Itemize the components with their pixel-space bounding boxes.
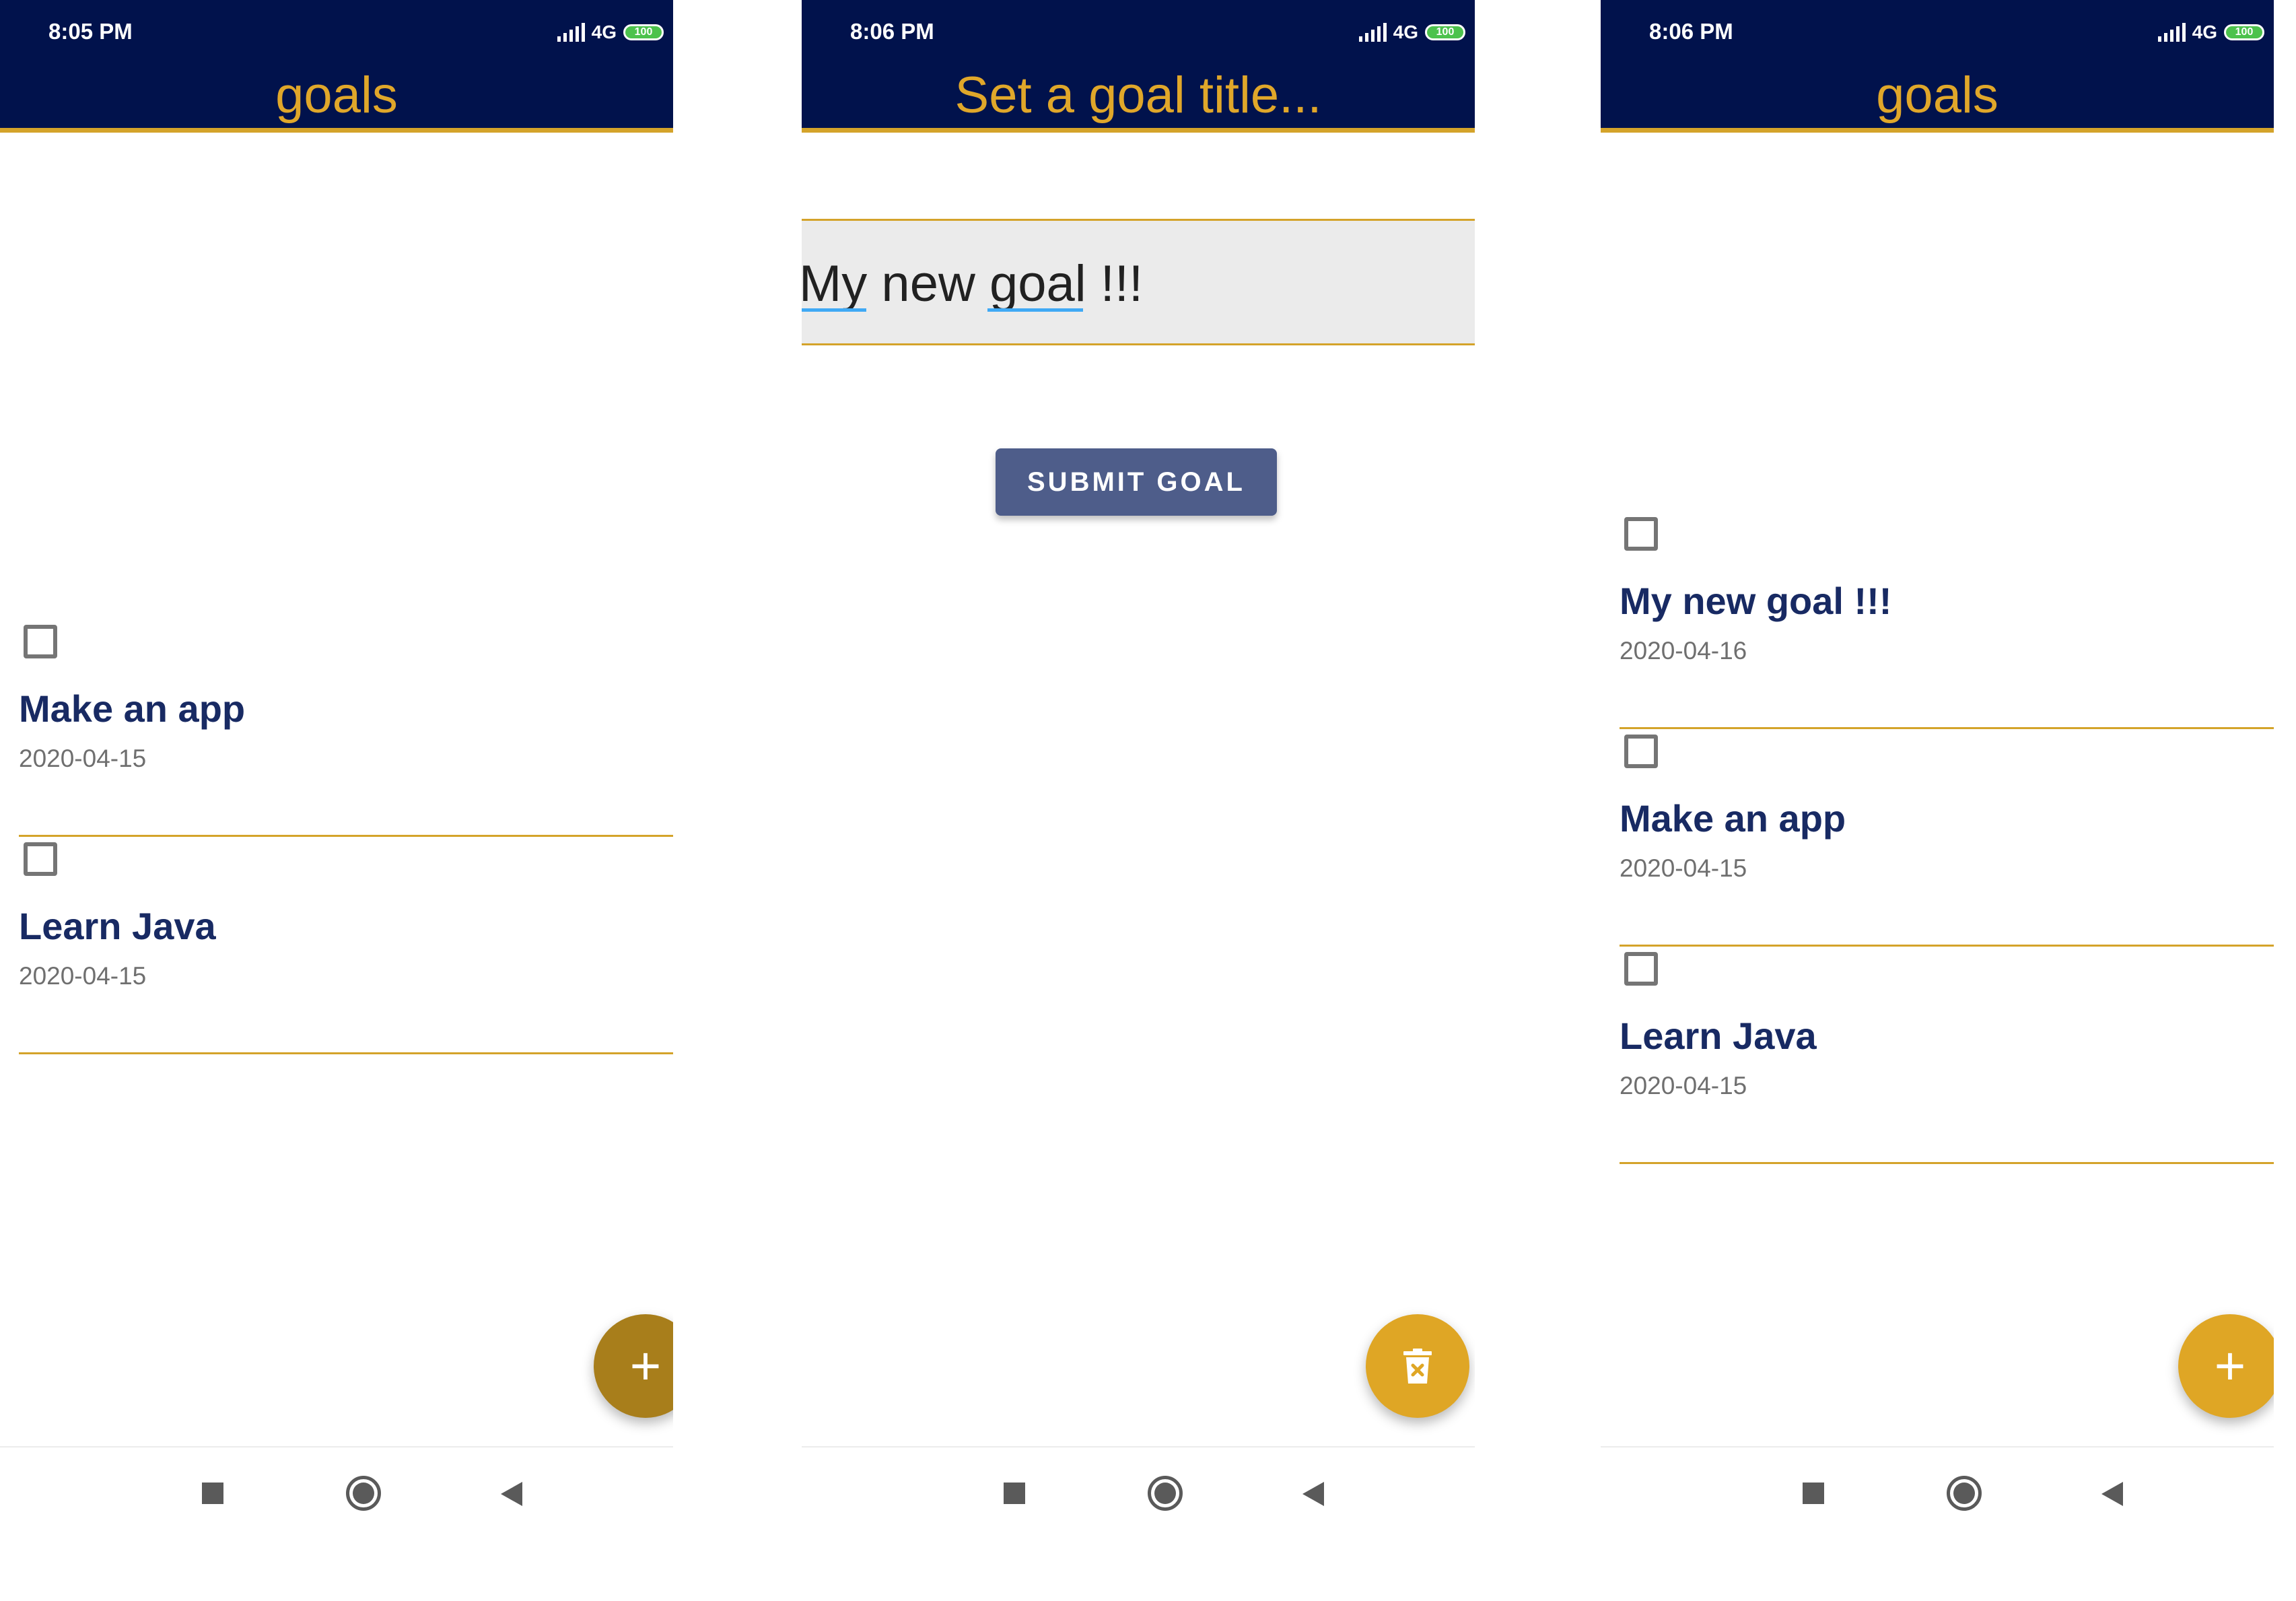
spellcheck-underline <box>802 308 866 312</box>
trash-icon <box>1403 1349 1432 1384</box>
status-time: 8:06 PM <box>1649 19 1733 44</box>
recents-square-icon[interactable] <box>1004 1483 1025 1504</box>
status-time: 8:05 PM <box>48 19 133 44</box>
status-bar: 8:06 PM 4G 100 <box>802 0 1475 63</box>
goal-checkbox[interactable] <box>24 842 57 876</box>
submit-goal-button[interactable]: SUBMIT GOAL <box>996 448 1277 516</box>
status-bar: 8:05 PM 4G 100 <box>0 0 673 63</box>
list-item[interactable]: Make an app 2020-04-15 <box>1620 729 2274 947</box>
page-title: goals <box>1876 67 1998 124</box>
signal-icon <box>2157 23 2186 42</box>
home-circle-icon[interactable] <box>1947 1476 1982 1511</box>
system-nav-bar <box>1601 1446 2274 1601</box>
delete-goal-button[interactable] <box>1366 1314 1469 1418</box>
app-bar: Set a goal title... <box>802 63 1475 133</box>
goal-date: 2020-04-15 <box>19 745 147 772</box>
goal-title: Learn Java <box>1620 1015 1817 1057</box>
goal-checkbox[interactable] <box>1624 517 1658 551</box>
goal-title: Make an app <box>19 687 246 730</box>
network-label: 4G <box>1393 22 1418 42</box>
add-goal-button[interactable]: + <box>2178 1314 2274 1418</box>
home-circle-icon[interactable] <box>1148 1476 1183 1511</box>
list-item[interactable]: Make an app 2020-04-15 <box>19 619 673 837</box>
plus-icon: + <box>2214 1336 2246 1396</box>
plus-icon: + <box>629 1336 662 1396</box>
battery-icon: 100 <box>1425 24 1465 40</box>
signal-icon <box>557 23 585 42</box>
spellcheck-underline <box>987 308 1083 312</box>
battery-icon: 100 <box>623 24 664 40</box>
home-circle-icon[interactable] <box>346 1476 381 1511</box>
list-item[interactable]: Learn Java 2020-04-15 <box>1620 947 2274 1164</box>
status-icons: 4G 100 <box>2157 20 2264 44</box>
goal-date: 2020-04-15 <box>19 962 147 990</box>
status-bar: 8:06 PM 4G 100 <box>1601 0 2274 63</box>
add-goal-button[interactable]: + <box>594 1314 673 1418</box>
app-bar: goals <box>1601 63 2274 133</box>
list-item[interactable]: My new goal !!! 2020-04-16 <box>1620 512 2274 729</box>
goal-title-input[interactable]: My new goal !!! <box>802 219 1475 345</box>
phone-screen-goals-after: 8:06 PM 4G 100 goals My new goal !!! 202… <box>1601 0 2274 1601</box>
page-title: Set a goal title... <box>954 67 1322 124</box>
battery-icon: 100 <box>2224 24 2264 40</box>
goal-date: 2020-04-15 <box>1620 1072 1747 1099</box>
network-label: 4G <box>2192 22 2217 42</box>
phone-screen-add-goal: 8:06 PM 4G 100 Set a goal title... My ne… <box>802 0 1475 1601</box>
goal-title: My new goal !!! <box>1620 580 1892 622</box>
page-title: goals <box>275 67 398 124</box>
status-time: 8:06 PM <box>850 19 934 44</box>
back-triangle-icon[interactable] <box>501 1482 522 1506</box>
goal-checkbox[interactable] <box>1624 952 1658 986</box>
system-nav-bar <box>0 1446 673 1601</box>
phone-screen-goals-before: 8:05 PM 4G 100 goals Make an app 2020-04… <box>0 0 673 1601</box>
recents-square-icon[interactable] <box>1803 1483 1824 1504</box>
system-nav-bar <box>802 1446 1475 1601</box>
goal-date: 2020-04-15 <box>1620 854 1747 882</box>
app-bar: goals <box>0 63 673 133</box>
status-icons: 4G 100 <box>557 20 664 44</box>
back-triangle-icon[interactable] <box>2101 1482 2123 1506</box>
goal-list: Make an app 2020-04-15 Learn Java 2020-0… <box>0 619 673 1054</box>
list-item[interactable]: Learn Java 2020-04-15 <box>19 837 673 1054</box>
goal-checkbox[interactable] <box>1624 735 1658 768</box>
goal-date: 2020-04-16 <box>1620 637 1747 665</box>
back-triangle-icon[interactable] <box>1302 1482 1324 1506</box>
signal-icon <box>1358 23 1387 42</box>
goal-title: Make an app <box>1620 797 1846 840</box>
goal-checkbox[interactable] <box>24 625 57 658</box>
goal-title-input-value[interactable]: My new goal !!! <box>802 254 1143 313</box>
recents-square-icon[interactable] <box>202 1483 223 1504</box>
status-icons: 4G 100 <box>1358 20 1465 44</box>
network-label: 4G <box>591 22 617 42</box>
goal-title: Learn Java <box>19 905 216 947</box>
goal-list: My new goal !!! 2020-04-16 Make an app 2… <box>1601 512 2274 1164</box>
